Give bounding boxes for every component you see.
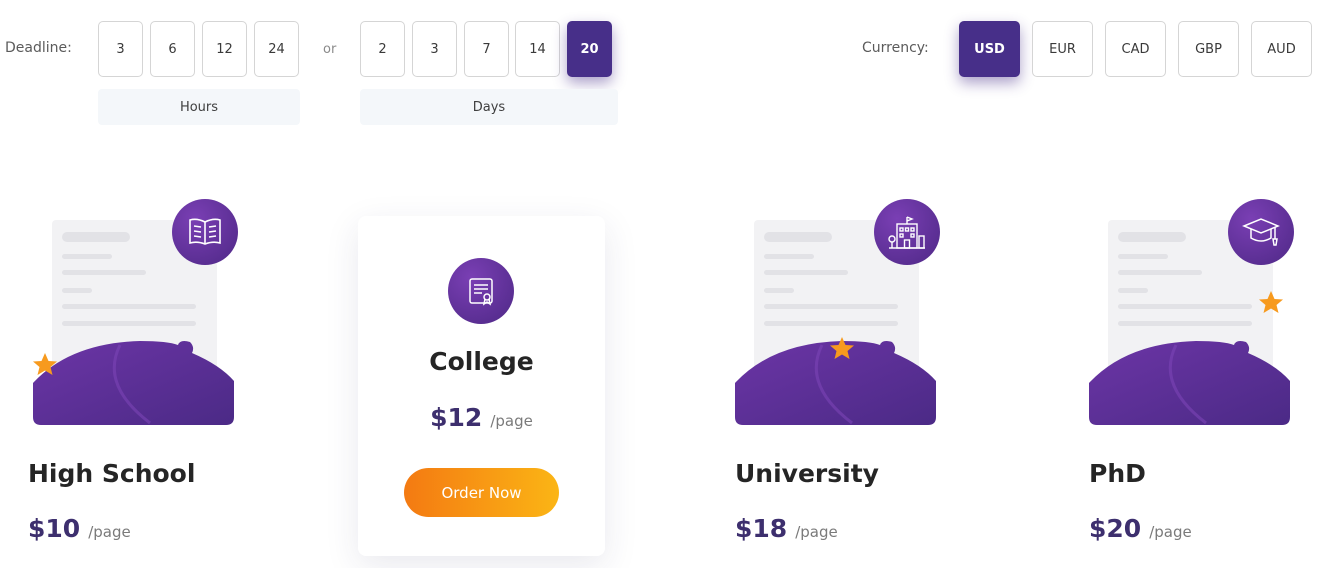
university-building-icon	[874, 199, 940, 265]
hours-group-label: Hours	[98, 89, 300, 125]
days-group-label: Days	[360, 89, 618, 125]
deadline-hours-24-button[interactable]: 24	[254, 21, 299, 77]
deadline-hours-6-button[interactable]: 6	[150, 21, 195, 77]
currency-gbp-button[interactable]: GBP	[1178, 21, 1239, 77]
currency-eur-button[interactable]: EUR	[1032, 21, 1093, 77]
price-amount: $12	[430, 403, 483, 432]
currency-label: Currency:	[862, 40, 929, 56]
currency-cad-button[interactable]: CAD	[1105, 21, 1166, 77]
deadline-days-14-button[interactable]: 14	[515, 21, 560, 77]
deadline-label: Deadline:	[5, 40, 72, 56]
graduation-cap-icon	[1228, 199, 1294, 265]
phd-price: $20/page	[1089, 514, 1192, 543]
phd-title: PhD	[1089, 459, 1146, 488]
price-amount: $20	[1089, 514, 1142, 543]
college-title: College	[429, 347, 534, 376]
price-unit: /page	[490, 412, 533, 430]
college-price: $12/page	[358, 403, 605, 432]
deadline-days-20-button[interactable]: 20	[567, 21, 612, 77]
deadline-hours-12-button[interactable]: 12	[202, 21, 247, 77]
order-now-button[interactable]: Order Now	[404, 468, 559, 517]
deadline-days-2-button[interactable]: 2	[360, 21, 405, 77]
currency-aud-button[interactable]: AUD	[1251, 21, 1312, 77]
price-amount: $10	[28, 514, 81, 543]
deadline-hours-3-button[interactable]: 3	[98, 21, 143, 77]
price-unit: /page	[88, 523, 131, 541]
open-book-icon	[172, 199, 238, 265]
diploma-certificate-icon	[448, 258, 514, 324]
price-unit: /page	[795, 523, 838, 541]
deadline-days-7-button[interactable]: 7	[464, 21, 509, 77]
university-price: $18/page	[735, 514, 838, 543]
high-school-price: $10/page	[28, 514, 131, 543]
price-unit: /page	[1149, 523, 1192, 541]
deadline-days-3-button[interactable]: 3	[412, 21, 457, 77]
currency-usd-button[interactable]: USD	[959, 21, 1020, 77]
or-separator: or	[323, 42, 337, 57]
high-school-title: High School	[28, 459, 196, 488]
university-title: University	[735, 459, 879, 488]
price-amount: $18	[735, 514, 788, 543]
